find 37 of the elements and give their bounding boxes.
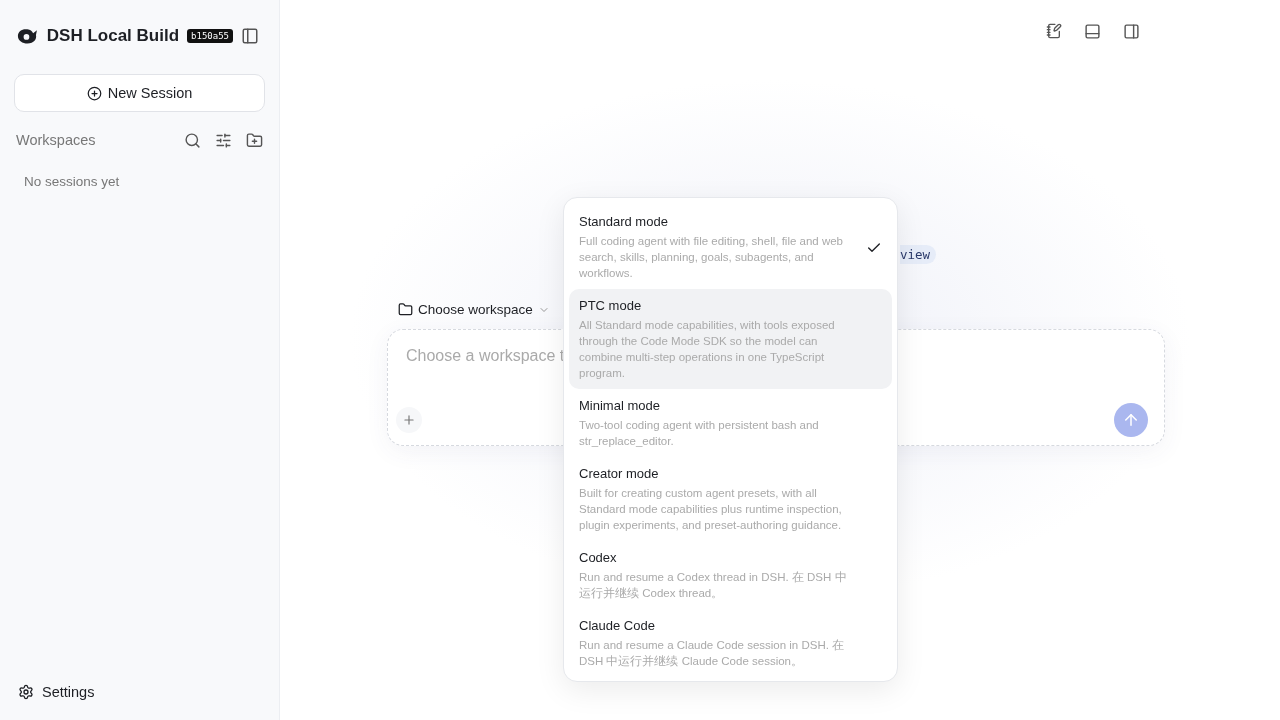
mode-description: Run and resume a Codex thread in DSH. 在 DSH 中运行并继续 Codex thread。: [579, 570, 848, 601]
mode-title: PTC mode: [579, 298, 643, 313]
workspace-picker[interactable]: Choose workspace: [398, 302, 550, 317]
mode-description: Built for creating custom agent presets, with all Standard mode capabilities plus runtime inspection, plugin experiments, and preset-authoring guidance.: [579, 486, 843, 533]
add-folder-icon[interactable]: [246, 131, 263, 149]
filter-icon[interactable]: [215, 131, 232, 149]
mode-title: Minimal mode: [579, 398, 661, 413]
empty-text: No sessions yet: [23, 174, 121, 189]
mode-description: All Standard mode capabilities, with tools exposed through the Code Mode SDK so the model can combine multi-step operations in one TypeScript program.: [579, 318, 836, 381]
right-panel-icon[interactable]: [1123, 22, 1140, 40]
build-tag: b150a55: [187, 29, 233, 43]
mode-title: Standard mode: [579, 214, 669, 229]
mode-description: Two-tool coding agent with persistent bash and str_replace_editor.: [579, 418, 820, 449]
mode-description: Run and resume a Claude Code session in DSH. 在 DSH 中运行并继续 Claude Code session。: [579, 638, 846, 669]
preview-badge: view: [899, 245, 936, 264]
section-title: Workspaces: [16, 132, 97, 148]
search-icon[interactable]: [184, 131, 201, 149]
mode-menu-item[interactable]: Minimal mode Two-tool coding agent with persistent bash and str_replace_editor.: [569, 389, 892, 457]
app-name: DSH Local Build: [46, 26, 180, 46]
notes-icon[interactable]: [1046, 23, 1062, 39]
mode-menu-item[interactable]: PTC mode All Standard mode capabilities, with tools exposed through the Code Mode SDK so the model can combine multi-step operations in one TypeScript program.: [569, 289, 892, 389]
settings-icon: [18, 684, 34, 700]
mode-title: Creator mode: [579, 466, 660, 481]
sidebar-toggle-icon[interactable]: [241, 27, 259, 45]
mode-title: Codex: [579, 550, 618, 565]
settings-button[interactable]: Settings: [14, 684, 265, 700]
bottom-panel-icon[interactable]: [1084, 22, 1101, 40]
mode-menu-item[interactable]: Creator mode Built for creating custom agent presets, with all Standard mode capabilities plus runtime inspection, plugin experiments, and preset-authoring guidance.: [569, 457, 892, 541]
plus-circle-icon: [86, 85, 102, 101]
folder-icon: [398, 302, 413, 317]
new-session-button[interactable]: New Session: [14, 74, 265, 112]
mode-menu-item[interactable]: Claude Code Run and resume a Claude Code session in DSH. 在 DSH 中运行并继续 Claude Code session。: [569, 609, 892, 677]
mode-description: Full coding agent with file editing, shell, file and web search, skills, planning, goals, subagents, and workflows.: [579, 234, 845, 281]
mode-menu-item[interactable]: Codex Run and resume a Codex thread in DSH. 在 DSH 中运行并继续 Codex thread。: [569, 541, 892, 609]
whale-logo-icon: [16, 26, 39, 46]
mode-menu-item[interactable]: Standard mode Full coding agent with file editing, shell, file and web search, skills, planning, goals, subagents, and workflows.: [569, 205, 892, 289]
mode-title: Claude Code: [579, 618, 656, 633]
